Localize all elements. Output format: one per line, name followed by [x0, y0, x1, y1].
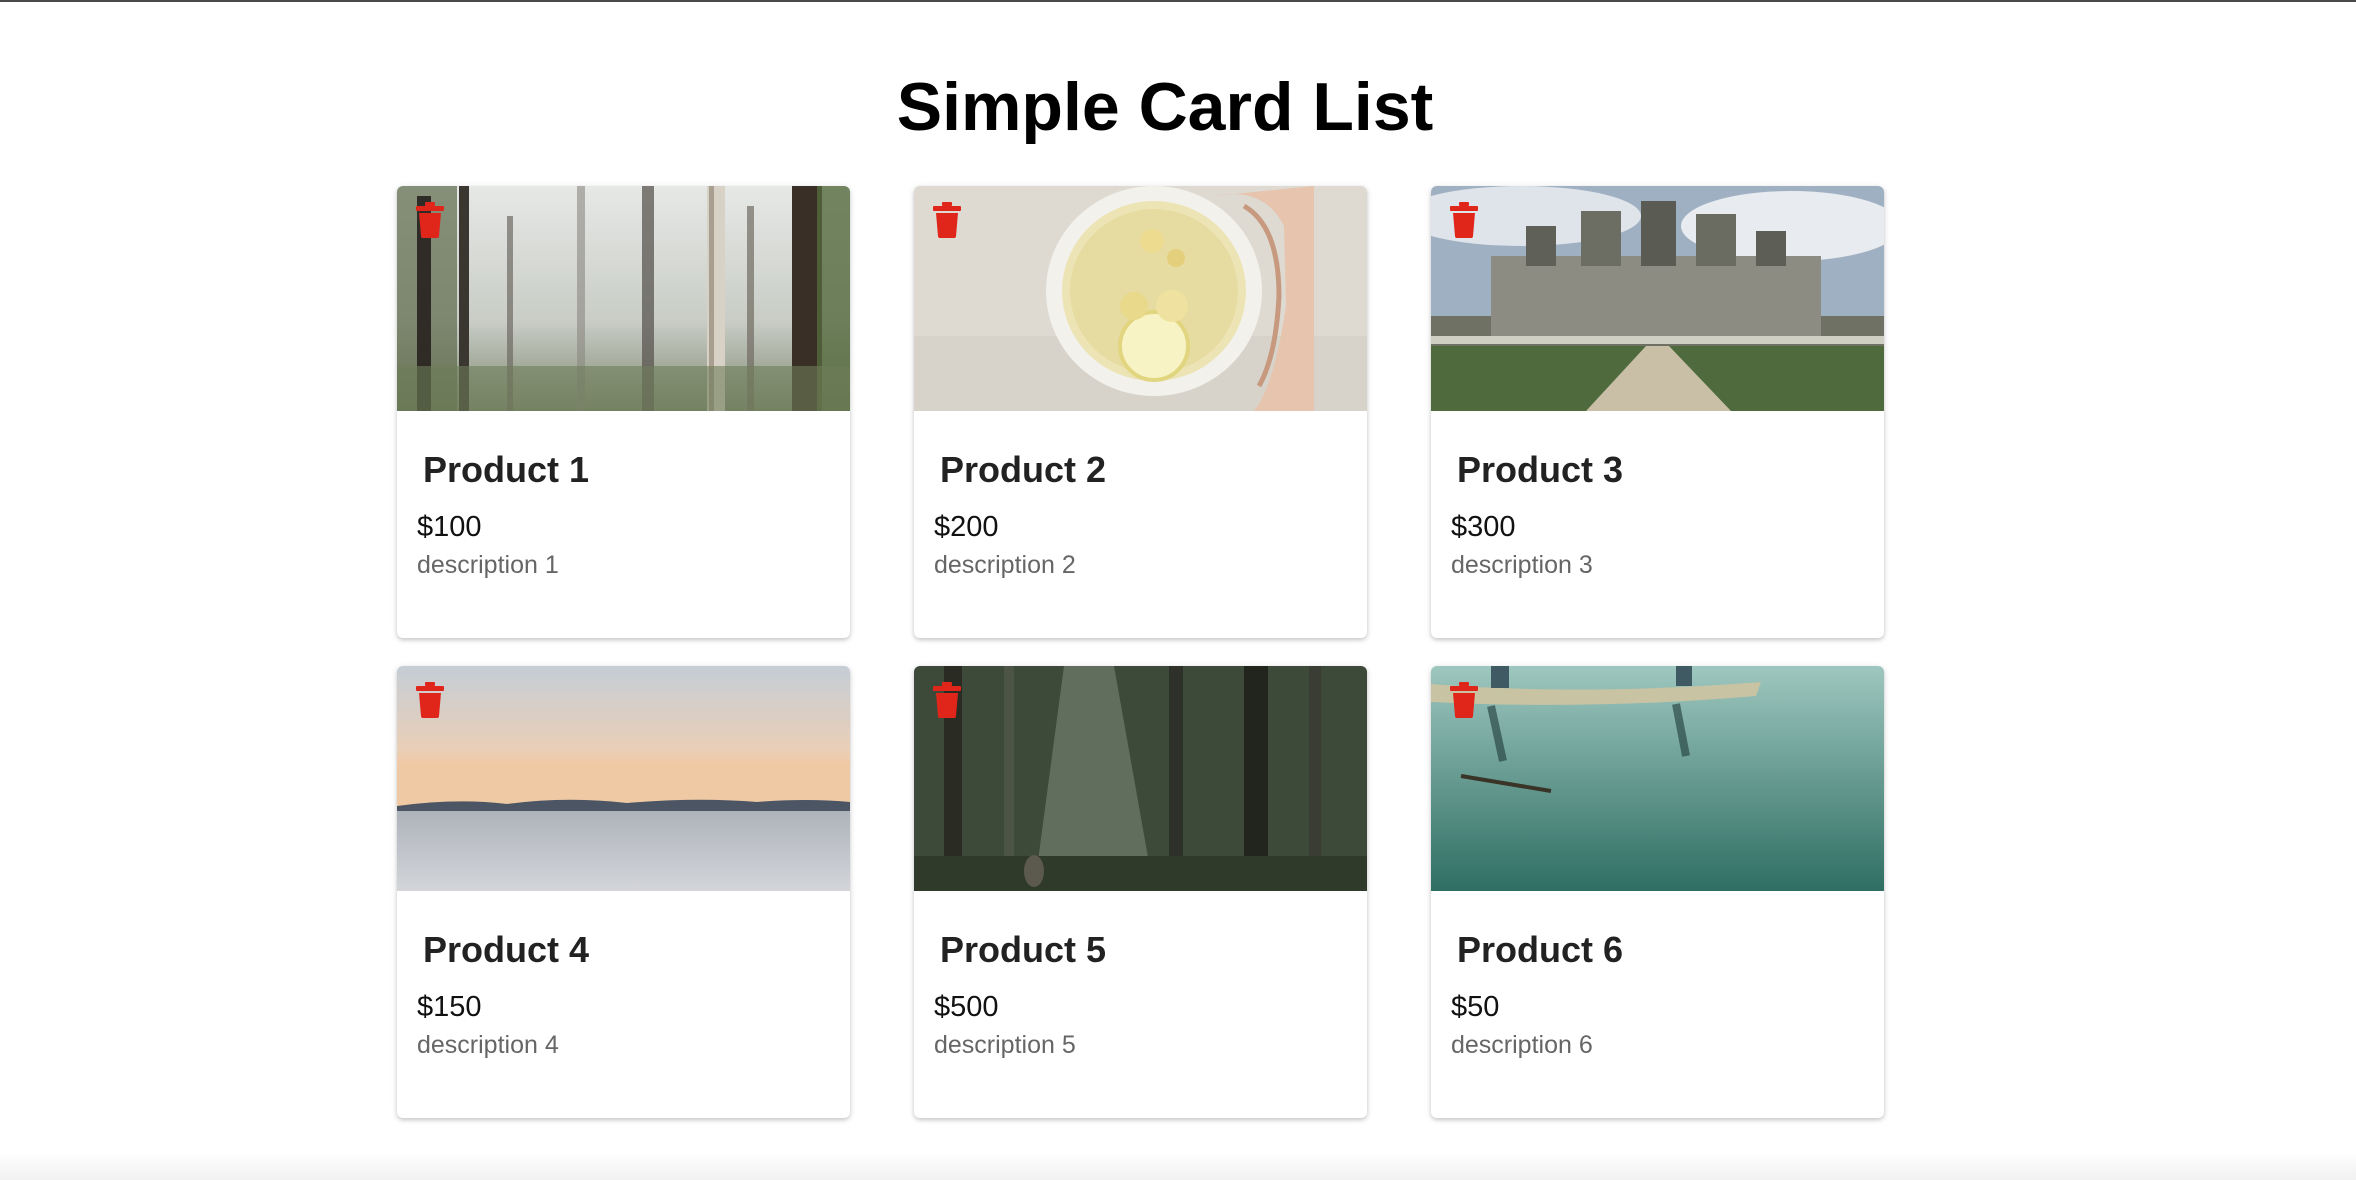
- product-image: [914, 666, 1367, 891]
- product-description: description 2: [934, 551, 1076, 579]
- delete-button[interactable]: [415, 682, 445, 718]
- product-image: [1431, 186, 1884, 411]
- product-card: Product 2 $200 description 2: [914, 186, 1367, 638]
- delete-button[interactable]: [415, 202, 445, 238]
- product-price: $300: [1451, 511, 1516, 543]
- product-image: [914, 186, 1367, 411]
- product-description: description 3: [1451, 551, 1593, 579]
- delete-button[interactable]: [1449, 682, 1479, 718]
- product-title: Product 1: [423, 449, 590, 490]
- top-border: [0, 0, 2356, 2]
- product-title: Product 5: [940, 929, 1107, 970]
- product-card: Product 4 $150 description 4: [397, 666, 850, 1118]
- product-image: [397, 186, 850, 411]
- page-title: Simple Card List: [896, 69, 1434, 145]
- product-description: description 1: [417, 551, 559, 579]
- trash-icon: [1450, 202, 1478, 238]
- product-title: Product 4: [423, 929, 590, 970]
- product-price: $150: [417, 991, 482, 1023]
- product-image: [397, 666, 850, 891]
- product-price: $500: [934, 991, 999, 1023]
- trash-icon: [1450, 682, 1478, 718]
- trash-icon: [416, 682, 444, 718]
- product-card: Product 5 $500 description 5: [914, 666, 1367, 1118]
- product-price: $50: [1451, 991, 1500, 1023]
- trash-icon: [416, 202, 444, 238]
- delete-button[interactable]: [932, 682, 962, 718]
- trash-icon: [933, 682, 961, 718]
- product-title: Product 6: [1457, 929, 1624, 970]
- product-image: [1431, 666, 1884, 891]
- page-bottom-edge: [0, 1152, 2356, 1180]
- product-description: description 4: [417, 1031, 559, 1059]
- delete-button[interactable]: [1449, 202, 1479, 238]
- product-description: description 5: [934, 1031, 1076, 1059]
- product-title: Product 2: [940, 449, 1107, 490]
- product-price: $100: [417, 511, 482, 543]
- delete-button[interactable]: [932, 202, 962, 238]
- product-card: Product 1 $100 description 1: [397, 186, 850, 638]
- trash-icon: [933, 202, 961, 238]
- product-card: Product 6 $50 description 6: [1431, 666, 1884, 1118]
- product-description: description 6: [1451, 1031, 1593, 1059]
- product-card: Product 3 $300 description 3: [1431, 186, 1884, 638]
- product-price: $200: [934, 511, 999, 543]
- product-title: Product 3: [1457, 449, 1624, 490]
